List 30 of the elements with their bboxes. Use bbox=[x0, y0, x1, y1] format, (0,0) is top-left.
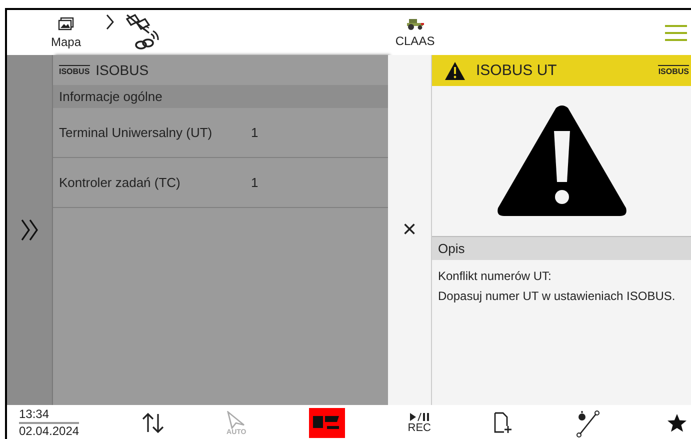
row-value: 1 bbox=[251, 175, 258, 190]
isobus-logo: ISOBUS bbox=[658, 65, 689, 76]
row-label: Terminal Uniwersalny (UT) bbox=[59, 125, 214, 140]
machine-control-icon[interactable] bbox=[309, 408, 346, 438]
description-text: Konflikt numerów UT: bbox=[438, 268, 552, 285]
section-header: Opis bbox=[432, 236, 691, 260]
tractor-button[interactable]: CLAAS bbox=[395, 18, 435, 48]
expand-icon[interactable] bbox=[20, 218, 40, 242]
tractor-icon bbox=[405, 18, 426, 30]
clock-date: 02.04.2024 bbox=[19, 424, 80, 439]
new-document-icon[interactable] bbox=[494, 412, 512, 434]
isobus-logo: ISOBUS bbox=[59, 64, 90, 76]
section-header: Informacje ogólne bbox=[53, 85, 388, 108]
chevron-right-icon bbox=[105, 14, 116, 30]
warning-title: ISOBUS UT bbox=[476, 62, 557, 79]
play-pause-icon bbox=[409, 412, 430, 422]
clock-time: 13:34 bbox=[19, 407, 80, 424]
map-button[interactable]: Mapa bbox=[51, 16, 82, 48]
map-icon bbox=[58, 16, 74, 30]
swap-icon[interactable] bbox=[142, 412, 164, 434]
steering-icon bbox=[226, 410, 246, 428]
warning-icon bbox=[444, 60, 466, 80]
row-label: Kontroler zadań (TC) bbox=[59, 175, 182, 190]
close-button[interactable]: × bbox=[398, 218, 420, 242]
row-value: 1 bbox=[251, 125, 258, 140]
warning-icon bbox=[496, 104, 628, 218]
panel-title: ISOBUS bbox=[96, 62, 149, 78]
star-icon[interactable] bbox=[667, 413, 687, 433]
record-button[interactable]: REC bbox=[408, 412, 431, 434]
description-text: Dopasuj numer UT w ustawieniach ISOBUS. bbox=[438, 288, 676, 305]
